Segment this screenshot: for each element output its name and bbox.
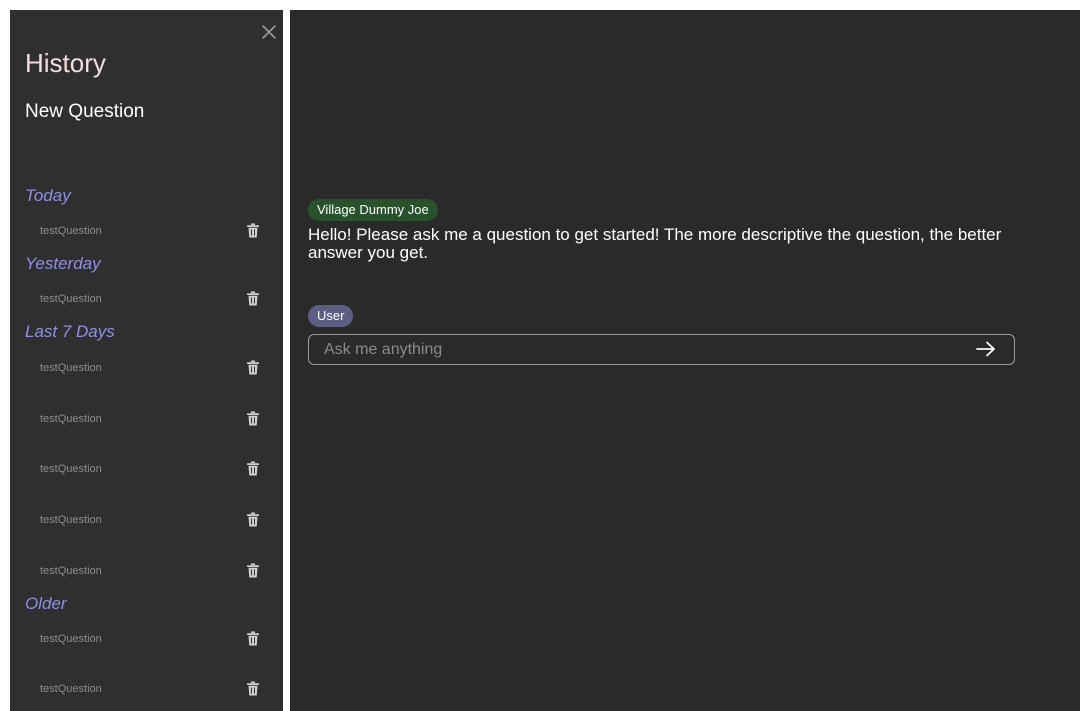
section-heading-today: Today (25, 186, 71, 205)
delete-history-button[interactable] (246, 563, 260, 578)
new-question-button[interactable]: New Question (25, 100, 144, 124)
delete-history-button[interactable] (246, 512, 260, 527)
question-input-box (308, 334, 1015, 365)
send-button[interactable] (975, 340, 997, 358)
delete-history-button[interactable] (246, 681, 260, 696)
trash-icon (247, 681, 259, 696)
close-icon (262, 25, 276, 39)
trash-icon (247, 360, 259, 375)
history-title: History (25, 48, 106, 78)
history-item[interactable]: testQuestion (40, 408, 270, 430)
history-item[interactable]: testQuestion (40, 220, 270, 242)
delete-history-button[interactable] (246, 461, 260, 476)
arrow-right-icon (976, 341, 995, 357)
trash-icon (247, 223, 259, 238)
history-sidebar: History New Question Today testQuestion … (10, 10, 283, 711)
sidebar-divider[interactable] (283, 10, 290, 711)
history-item[interactable]: testQuestion (40, 509, 270, 531)
trash-icon (247, 563, 259, 578)
history-item-label: testQuestion (40, 683, 102, 695)
history-item[interactable]: testQuestion (40, 628, 270, 650)
trash-icon (247, 411, 259, 426)
history-item-label: testQuestion (40, 514, 102, 526)
history-item[interactable]: testQuestion (40, 357, 270, 379)
history-item[interactable]: testQuestion (40, 678, 270, 700)
trash-icon (247, 461, 259, 476)
chat-panel: Village Dummy Joe Hello! Please ask me a… (290, 10, 1080, 711)
app-window: History New Question Today testQuestion … (10, 10, 1080, 711)
question-input[interactable] (309, 335, 959, 364)
history-item-label: testQuestion (40, 633, 102, 645)
bot-message: Hello! Please ask me a question to get s… (308, 225, 1002, 262)
history-item[interactable]: testQuestion (40, 560, 270, 582)
section-heading-last-7-days: Last 7 Days (25, 322, 115, 341)
trash-icon (247, 291, 259, 306)
history-item-label: testQuestion (40, 463, 102, 475)
history-item-label: testQuestion (40, 413, 102, 425)
trash-icon (247, 631, 259, 646)
delete-history-button[interactable] (246, 411, 260, 426)
close-sidebar-button[interactable] (260, 23, 278, 41)
section-heading-older: Older (25, 594, 67, 613)
history-item-label: testQuestion (40, 225, 102, 237)
history-item-label: testQuestion (40, 293, 102, 305)
history-item[interactable]: testQuestion (40, 288, 270, 310)
delete-history-button[interactable] (246, 223, 260, 238)
section-heading-yesterday: Yesterday (25, 254, 101, 273)
history-item-label: testQuestion (40, 362, 102, 374)
delete-history-button[interactable] (246, 631, 260, 646)
delete-history-button[interactable] (246, 360, 260, 375)
bot-name-badge: Village Dummy Joe (308, 199, 438, 221)
history-item-label: testQuestion (40, 565, 102, 577)
history-item[interactable]: testQuestion (40, 458, 270, 480)
delete-history-button[interactable] (246, 291, 260, 306)
user-name-badge: User (308, 305, 354, 327)
trash-icon (247, 512, 259, 527)
